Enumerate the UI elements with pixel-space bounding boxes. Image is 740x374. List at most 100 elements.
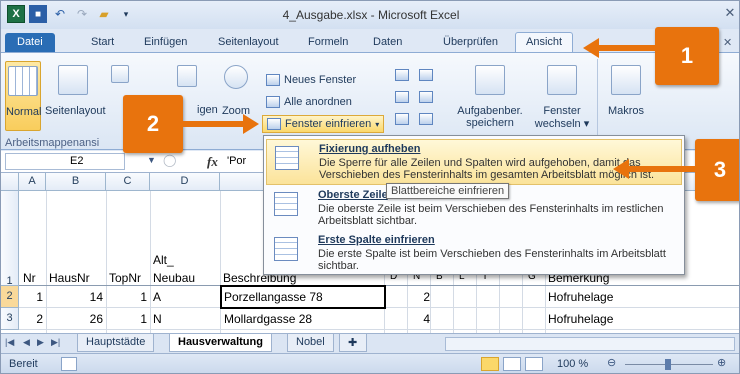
arrange-all-button[interactable]: Alle anordnen bbox=[266, 93, 352, 111]
new-window-button[interactable]: Neues Fenster bbox=[266, 71, 356, 89]
hide-glyph-icon bbox=[395, 91, 409, 103]
sync-scroll-icon[interactable] bbox=[419, 91, 437, 105]
cell-b3[interactable]: 26 bbox=[46, 312, 103, 326]
normal-view-status-icon[interactable] bbox=[481, 357, 499, 371]
tab-ueberpruefen[interactable]: Überprüfen bbox=[433, 33, 508, 53]
new-window-label: Neues Fenster bbox=[284, 74, 357, 86]
group-label-workbook-views: Arbeitsmappenansi bbox=[5, 137, 100, 149]
cell-g2[interactable]: 2 bbox=[407, 290, 430, 304]
last-sheet-icon[interactable]: ▶| bbox=[51, 337, 60, 348]
tab-start[interactable]: Start bbox=[81, 33, 124, 53]
row-header-2[interactable]: 2 bbox=[1, 286, 19, 308]
tab-einfuegen[interactable]: Einfügen bbox=[134, 33, 197, 53]
switch-windows-label-1: Fenster bbox=[543, 105, 581, 117]
formula-input[interactable]: 'Por bbox=[227, 155, 246, 167]
cell-c3[interactable]: 1 bbox=[106, 312, 147, 326]
tab-daten[interactable]: Daten bbox=[363, 33, 412, 53]
column-header-c[interactable]: C bbox=[106, 173, 150, 191]
save-workspace-button[interactable]: Aufgabenber. speichern bbox=[453, 65, 527, 135]
split-glyph-icon bbox=[395, 69, 409, 81]
cell-d1-line1[interactable]: Alt_ bbox=[153, 253, 174, 267]
callout-badge-1: 1 bbox=[655, 27, 719, 85]
row-header-3[interactable]: 3 bbox=[1, 308, 19, 330]
macros-button[interactable]: Makros bbox=[603, 65, 649, 135]
freeze-panes-label: Fenster einfrieren bbox=[285, 118, 372, 130]
horizontal-scrollbar[interactable] bbox=[445, 337, 735, 351]
cell-b2[interactable]: 14 bbox=[46, 290, 103, 304]
cell-l3[interactable]: Hofruhelage bbox=[548, 312, 613, 326]
sheet-tab-hauptstaedte[interactable]: Hauptstädte bbox=[77, 334, 155, 352]
title-bar: X ■ ↶ ↷ ▰ ▾ 4_Ausgabe.xlsx - Microsoft E… bbox=[1, 1, 739, 29]
hide-icon[interactable] bbox=[395, 91, 413, 105]
ribbon-separator bbox=[597, 59, 598, 147]
fx-icon[interactable]: fx bbox=[207, 154, 218, 170]
tab-datei[interactable]: Datei bbox=[5, 33, 55, 53]
zoom-out-icon[interactable]: ⊖ bbox=[607, 356, 616, 369]
side-by-side-icon[interactable] bbox=[419, 69, 437, 83]
column-header-b[interactable]: B bbox=[46, 173, 106, 191]
column-header-a[interactable]: A bbox=[19, 173, 46, 191]
next-sheet-icon[interactable]: ▶ bbox=[37, 337, 44, 348]
cell-d2[interactable]: A bbox=[153, 290, 161, 304]
cell-c1[interactable]: TopNr bbox=[109, 271, 141, 285]
macro-record-icon[interactable] bbox=[61, 357, 77, 371]
normal-view-button[interactable]: Normal bbox=[5, 61, 41, 131]
reset-position-icon[interactable] bbox=[419, 113, 437, 127]
cell-b1[interactable]: HausNr bbox=[49, 271, 90, 285]
side-by-side-glyph-icon bbox=[419, 69, 433, 81]
page-break-icon[interactable] bbox=[105, 65, 135, 95]
page-layout-status-icon[interactable] bbox=[503, 357, 521, 371]
prev-sheet-icon[interactable]: ◀ bbox=[23, 337, 30, 348]
menu-item-freeze-first-column[interactable]: Erste Spalte einfrieren Die erste Spalte… bbox=[266, 231, 682, 275]
custom-views-icon[interactable] bbox=[171, 65, 203, 95]
status-ready: Bereit bbox=[9, 358, 38, 370]
cell-l2[interactable]: Hofruhelage bbox=[548, 290, 613, 304]
zoom-in-icon[interactable]: ⊕ bbox=[717, 356, 726, 369]
unhide-icon[interactable] bbox=[395, 113, 413, 127]
select-all-corner[interactable] bbox=[1, 173, 19, 191]
tooltip: Blattbereiche einfrieren bbox=[386, 183, 510, 199]
insert-sheet-icon[interactable]: ✚ bbox=[339, 334, 367, 352]
zoom-slider-thumb[interactable] bbox=[665, 359, 671, 370]
tab-ansicht[interactable]: Ansicht bbox=[515, 32, 574, 54]
normal-view-icon bbox=[8, 66, 38, 96]
callout-arrow-1 bbox=[583, 38, 655, 58]
tab-formeln[interactable]: Formeln bbox=[298, 33, 358, 53]
page-break-status-icon[interactable] bbox=[525, 357, 543, 371]
callout-badge-2: 2 bbox=[123, 95, 183, 153]
column-header-d[interactable]: D bbox=[150, 173, 220, 191]
zoom-level[interactable]: 100 % bbox=[557, 358, 588, 370]
magnifier-icon bbox=[224, 65, 248, 89]
cell-a2[interactable]: 1 bbox=[19, 290, 43, 304]
page-layout-view-button[interactable]: Seitenlayout bbox=[45, 65, 106, 129]
split-icon[interactable] bbox=[395, 69, 413, 83]
macros-icon bbox=[611, 65, 641, 95]
grid-line bbox=[150, 191, 151, 333]
cell-a3[interactable]: 2 bbox=[19, 312, 43, 326]
page-layout-label: Seitenlayout bbox=[45, 105, 106, 117]
cell-g3[interactable]: 4 bbox=[407, 312, 430, 326]
grid-line bbox=[19, 329, 739, 330]
name-box[interactable]: E2 bbox=[5, 153, 125, 170]
cell-a1[interactable]: Nr bbox=[23, 271, 36, 285]
cell-c2[interactable]: 1 bbox=[106, 290, 147, 304]
switch-windows-button[interactable]: Fenster wechseln ▾ bbox=[531, 65, 593, 135]
callout-arrow-2 bbox=[183, 114, 259, 134]
window-title: 4_Ausgabe.xlsx - Microsoft Excel bbox=[282, 8, 460, 22]
ribbon-partial-label: igen bbox=[197, 104, 218, 116]
cell-d3[interactable]: N bbox=[153, 312, 162, 326]
save-workspace-label-1: Aufgabenber. bbox=[457, 105, 523, 117]
sheet-tab-bar: |◀ ◀ ▶ ▶| Hauptstädte Hausverwaltung Nob… bbox=[1, 333, 739, 353]
name-box-dropdown-icon[interactable]: ▼ bbox=[147, 155, 156, 165]
row-header-1[interactable]: 1 bbox=[1, 191, 19, 287]
freeze-panes-button[interactable]: Fenster einfrieren ▾ bbox=[262, 115, 385, 133]
sheet-tab-hausverwaltung[interactable]: Hausverwaltung bbox=[169, 334, 272, 352]
freeze-top-row-icon bbox=[274, 192, 298, 216]
close-window-icon[interactable]: ✕ bbox=[721, 5, 739, 21]
cell-e3[interactable]: Mollardgasse 28 bbox=[224, 312, 312, 326]
sheet-tab-nobel[interactable]: Nobel bbox=[287, 334, 334, 352]
tab-seitenlayout[interactable]: Seitenlayout bbox=[208, 33, 289, 53]
cell-d1[interactable]: Neubau bbox=[153, 271, 195, 285]
first-sheet-icon[interactable]: |◀ bbox=[5, 337, 14, 348]
cell-e2[interactable]: Porzellangasse 78 bbox=[224, 290, 323, 304]
